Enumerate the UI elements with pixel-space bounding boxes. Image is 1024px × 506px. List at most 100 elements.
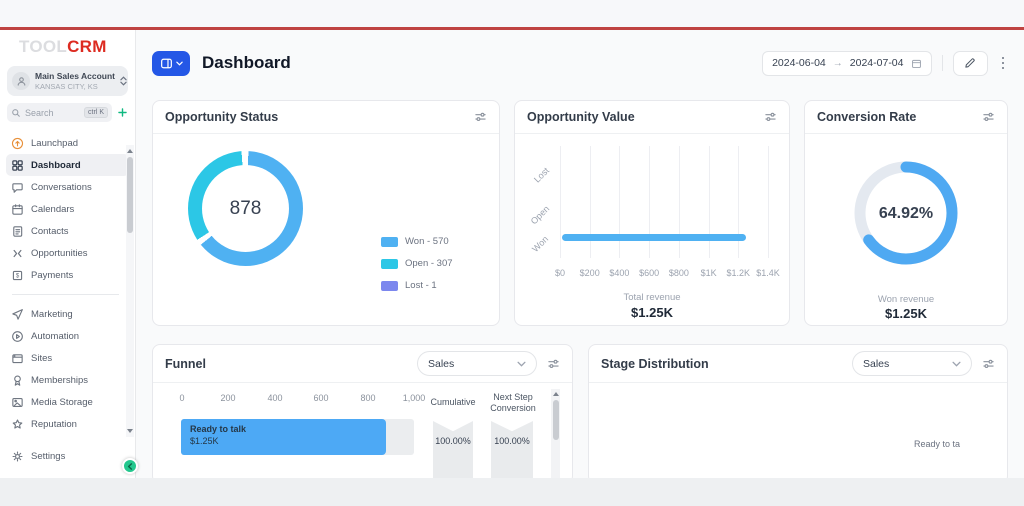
filter-settings-icon[interactable]	[474, 111, 487, 123]
sidebar-item-label: Memberships	[31, 375, 88, 386]
stage-axis-label-partial: Ready to ta	[914, 439, 960, 449]
sidebar-scrollbar[interactable]	[126, 145, 134, 437]
edit-dashboard-button[interactable]	[953, 51, 988, 76]
page-header: Dashboard 2024-06-04 → 2024-07-04	[152, 50, 1008, 76]
next-step-column-header: Next Step Conversion	[484, 392, 542, 414]
y-axis-label-open: Open	[529, 204, 552, 227]
scroll-down-arrow[interactable]	[127, 429, 133, 433]
search-shortcut-badge: ctrl K	[84, 107, 108, 118]
sidebar-item-conversations[interactable]: Conversations	[6, 176, 129, 198]
legend-swatch	[381, 237, 398, 247]
search-row: Search ctrl K	[7, 103, 128, 122]
sidebar-item-label: Dashboard	[31, 160, 81, 171]
won-revenue-label: Won revenue	[805, 294, 1007, 305]
sidebar-item-dashboard[interactable]: Dashboard	[6, 154, 129, 176]
sidebar-item-sites[interactable]: Sites	[6, 347, 129, 369]
chevron-left-icon	[127, 463, 133, 470]
search-input[interactable]: Search ctrl K	[7, 103, 112, 122]
gauge-chart-area: 64.92% Won revenue $1.25K	[805, 134, 1007, 326]
funnel-stage-value: $1.25K	[190, 436, 386, 446]
legend-swatch	[381, 281, 398, 291]
legend-swatch	[381, 259, 398, 269]
page-title: Dashboard	[202, 53, 291, 73]
filter-settings-icon[interactable]	[764, 111, 777, 123]
sidebar-collapse-button[interactable]	[122, 458, 138, 474]
filter-settings-icon[interactable]	[982, 358, 995, 370]
sidebar-item-label: Settings	[31, 451, 65, 462]
app-logo: TOOLCRM	[0, 30, 135, 59]
layout-icon	[160, 57, 173, 70]
chevron-down-icon	[176, 61, 183, 66]
sidebar-item-memberships[interactable]: Memberships	[6, 369, 129, 391]
calendar-icon	[11, 203, 24, 216]
logo-text-gray: TOOL	[19, 37, 67, 56]
funnel-scrollbar[interactable]	[551, 389, 560, 484]
image-icon	[11, 396, 24, 409]
gear-icon	[11, 450, 24, 463]
legend-item-open[interactable]: Open - 307	[381, 258, 453, 269]
opportunity-value-card: Opportunity Value Lost Open Won	[514, 100, 790, 326]
scroll-up-arrow[interactable]	[553, 392, 559, 396]
card-header: Opportunity Value	[515, 101, 789, 134]
account-switcher[interactable]: Main Sales Account KANSAS CITY, KS	[7, 66, 128, 96]
dashboard-icon	[11, 159, 24, 172]
more-options-button[interactable]	[998, 54, 1009, 73]
filter-settings-icon[interactable]	[547, 358, 560, 370]
legend-item-lost[interactable]: Lost - 1	[381, 280, 453, 291]
card-title: Funnel	[165, 357, 206, 371]
funnel-stage-bar[interactable]: Ready to talk $1.25K	[181, 419, 386, 455]
sidebar-item-payments[interactable]: $ Payments	[6, 264, 129, 286]
sidebar-item-calendars[interactable]: Calendars	[6, 198, 129, 220]
chevron-down-icon	[517, 361, 526, 367]
sidebar-item-launchpad[interactable]: Launchpad	[6, 132, 129, 154]
plus-icon	[117, 107, 128, 118]
header-actions: 2024-06-04 → 2024-07-04	[762, 51, 1008, 76]
select-value: Sales	[863, 358, 889, 370]
legend-label: Won - 570	[405, 236, 449, 247]
card-title: Conversion Rate	[817, 110, 916, 124]
x-axis-ticks: $0 $200 $400 $600 $800 $1K $1.2K $1.4K	[560, 268, 768, 280]
arrow-right-icon: →	[833, 58, 843, 69]
sidebar-item-marketing[interactable]: Marketing	[6, 303, 129, 325]
funnel-pipeline-select[interactable]: Sales	[417, 351, 537, 376]
next-step-percent-cell: 100.00%	[491, 421, 533, 485]
sidebar-item-label: Marketing	[31, 309, 73, 320]
sidebar-item-label: Conversations	[31, 182, 92, 193]
date-range-picker[interactable]: 2024-06-04 → 2024-07-04	[762, 51, 931, 76]
sidebar-item-label: Launchpad	[31, 138, 78, 149]
header-divider	[942, 55, 943, 71]
sidebar-item-settings[interactable]: Settings	[6, 445, 129, 467]
total-revenue-label: Total revenue	[515, 292, 789, 303]
logo-text-red: CRM	[67, 37, 107, 56]
viewport-bottom-strip	[0, 478, 1024, 506]
cards-row-2: Funnel Sales 0 200 400	[152, 344, 1008, 484]
sidebar-item-label: Media Storage	[31, 397, 93, 408]
funnel-stage-name: Ready to talk	[190, 424, 386, 434]
stage-pipeline-select[interactable]: Sales	[852, 351, 972, 376]
card-title: Opportunity Status	[165, 110, 278, 124]
sidebar-item-media-storage[interactable]: Media Storage	[6, 391, 129, 413]
scrollbar-thumb[interactable]	[553, 400, 559, 440]
sidebar-item-contacts[interactable]: Contacts	[6, 220, 129, 242]
scroll-up-arrow[interactable]	[127, 149, 133, 153]
filter-settings-icon[interactable]	[982, 111, 995, 123]
sidebar-item-automation[interactable]: Automation	[6, 325, 129, 347]
sidebar-item-label: Automation	[31, 331, 79, 342]
send-icon	[11, 308, 24, 321]
scrollbar-thumb[interactable]	[127, 157, 133, 233]
stage-distribution-card: Stage Distribution Sales Ready to ta	[588, 344, 1008, 484]
conversion-rate-value: 64.92%	[805, 205, 1007, 223]
sidebar-item-label: Payments	[31, 270, 73, 281]
legend-item-won[interactable]: Won - 570	[381, 236, 453, 247]
sidebar-bottom: Settings	[0, 445, 135, 478]
search-icon	[11, 108, 21, 118]
account-name: Main Sales Account	[35, 71, 115, 81]
quick-add-button[interactable]	[117, 107, 128, 118]
sidebar-item-reputation[interactable]: Reputation	[6, 413, 129, 435]
main-area: Dashboard 2024-06-04 → 2024-07-04	[136, 30, 1024, 478]
dashboard-switcher-button[interactable]	[152, 51, 190, 76]
account-location: KANSAS CITY, KS	[35, 82, 115, 91]
chevron-up-down-icon	[120, 76, 127, 86]
app-frame: TOOLCRM Main Sales Account KANSAS CITY, …	[0, 30, 1024, 478]
sidebar-item-opportunities[interactable]: Opportunities	[6, 242, 129, 264]
